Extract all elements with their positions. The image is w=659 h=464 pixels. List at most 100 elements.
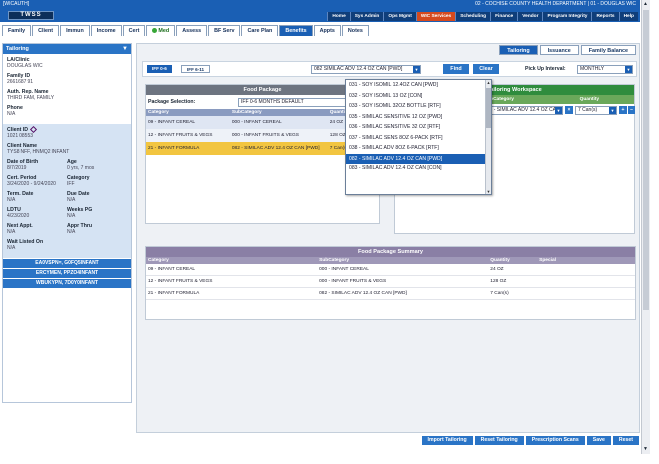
menu-sys-admin[interactable]: Sys Admin: [349, 12, 384, 21]
food-package-summary-panel: Food Package Summary Category SubCategor…: [145, 246, 636, 320]
cell-category: 12 - INFANT FRUITS & VEGS: [146, 129, 230, 142]
check-icon: [152, 28, 158, 34]
prescription-scans-button[interactable]: Prescription Scans: [525, 436, 585, 445]
menu-program-integrity[interactable]: Program Integrity: [542, 12, 592, 21]
find-button[interactable]: Find: [443, 64, 469, 74]
col-quantity: Quantity: [579, 97, 600, 102]
reset-tailoring-button[interactable]: Reset Tailoring: [474, 436, 524, 445]
dropdown-option[interactable]: 038 - SIMILAC ADV 8OZ 6-PACK [RTF]: [346, 143, 491, 154]
top-menu: Home Sys Admin Ops Mgmt WIC Services Sch…: [327, 12, 638, 21]
menu-wic-services[interactable]: WIC Services: [415, 12, 456, 21]
menu-ops-mgmt[interactable]: Ops Mgmt: [383, 12, 416, 21]
sidebar-header[interactable]: Tailoring ▼: [3, 44, 131, 54]
dropdown-option-selected[interactable]: 082 - SIMILAC ADV 12.4 OZ CAN [PWD]: [346, 153, 491, 164]
cell-quantity: 128 OZ: [488, 275, 538, 288]
chevron-down-icon[interactable]: ▼: [486, 189, 491, 194]
tab-notes[interactable]: Notes: [341, 25, 369, 36]
chevron-down-icon[interactable]: ▼: [643, 446, 648, 452]
dropdown-option[interactable]: 031 - SOY ISOMIL 12.4OZ CAN [PWD]: [346, 80, 491, 91]
tab-family[interactable]: Family: [2, 25, 32, 36]
tab-assess[interactable]: Assess: [176, 25, 208, 36]
chevron-down-icon[interactable]: ▼: [413, 66, 420, 73]
menu-help[interactable]: Help: [618, 12, 638, 21]
cell-subcategory: 000 - INFANT CEREAL: [229, 116, 328, 129]
chevron-down-icon[interactable]: ▼: [609, 107, 616, 114]
chevron-up-icon[interactable]: ▲: [643, 1, 648, 7]
chevron-down-icon[interactable]: ▼: [625, 66, 632, 73]
remove-icon[interactable]: ×: [565, 106, 573, 114]
client-name-value: TYS8 NFF, HNMQ2 INFANT: [7, 149, 70, 155]
summary-table: Category SubCategory Quantity Special 09…: [146, 257, 635, 300]
tab-appts[interactable]: Appts: [313, 25, 341, 36]
tab-iff-0-6[interactable]: IFF 0-6: [147, 65, 172, 73]
page-scroll-thumb[interactable]: [643, 10, 649, 310]
tab-client[interactable]: Client: [32, 25, 60, 36]
menu-vendor[interactable]: Vendor: [517, 12, 543, 21]
tab-med[interactable]: Med: [146, 25, 176, 36]
reset-button[interactable]: Reset: [612, 436, 639, 445]
dob-value: 8/7/2019: [7, 165, 27, 171]
subcategory-select[interactable]: 082 - SIMILAC ADV 12.4 OZ CAN ▼: [481, 106, 563, 115]
menu-scheduling[interactable]: Scheduling: [455, 12, 491, 21]
dropdown-option[interactable]: 032 - SOY ISOMIL 13 OZ [CON]: [346, 91, 491, 102]
dropdown-option[interactable]: 037 - SIMILAC SENS 8OZ 6-PACK [RTF]: [346, 133, 491, 144]
package-toolbar: IFF 0-6 IFF 6-11 082 SIMILAC ADV 12.4 OZ…: [142, 61, 637, 77]
client-id-value: 1021 08553: [7, 133, 34, 139]
dropdown-option[interactable]: 033 - SOY ISOMIL 32OZ BOTTLE [RTF]: [346, 101, 491, 112]
tab-issuance[interactable]: Issuance: [539, 45, 579, 55]
add-icon[interactable]: +: [619, 106, 627, 114]
dropdown-scroll-thumb[interactable]: [486, 88, 491, 128]
tab-cert[interactable]: Cert: [122, 25, 146, 36]
col-subcategory: SubCategory: [229, 109, 328, 116]
cell-subcategory: 000 - INFANT FRUITS & VEGS: [229, 129, 328, 142]
save-button[interactable]: Save: [586, 436, 611, 445]
chevron-down-icon[interactable]: ▼: [122, 44, 128, 54]
tab-bf-serv[interactable]: BF Serv: [208, 25, 241, 36]
menu-reports[interactable]: Reports: [591, 12, 619, 21]
tab-benefits[interactable]: Benefits: [279, 25, 313, 36]
pickup-interval-label: Pick Up Interval:: [525, 66, 566, 72]
family-member-buttons: EA0VSPN=, G0FQ5INFANT ERCYMEN, PPZO4INFA…: [3, 259, 131, 288]
cell-subcategory: 082 - SIMILAC ADV 12.4 OZ CAN [PWD]: [317, 287, 489, 300]
chevron-down-icon[interactable]: ▼: [555, 107, 562, 114]
ldtu-value: 4/23/2020: [7, 213, 30, 219]
family-member-button[interactable]: WBUKYPN, 7D0Y0INFANT: [3, 279, 131, 288]
product-select[interactable]: 082 SIMILAC ADV 12.4 OZ CAN [PWD] ▼: [311, 65, 421, 74]
weeks-pg-value: N/A: [67, 213, 76, 219]
pickup-interval-select[interactable]: MONTHLY ▼: [577, 65, 633, 74]
minus-icon[interactable]: –: [628, 106, 635, 114]
import-tailoring-button[interactable]: Import Tailoring: [421, 436, 473, 445]
dropdown-option[interactable]: 035 - SIMILAC SENSITIVE 12 OZ [PWD]: [346, 112, 491, 123]
tab-family-balance[interactable]: Family Balance: [580, 45, 636, 55]
table-row: 21 - INFANT FORMULA 082 - SIMILAC ADV 12…: [146, 287, 635, 300]
tab-iff-6-11[interactable]: IFF 6-11: [181, 65, 211, 73]
tab-income[interactable]: Income: [90, 25, 122, 36]
chevron-up-icon[interactable]: ▲: [486, 80, 491, 85]
clear-button[interactable]: Clear: [473, 64, 499, 74]
tab-immun[interactable]: Immun: [60, 25, 90, 36]
subcategory-dropdown-list[interactable]: 031 - SOY ISOMIL 12.4OZ CAN [PWD] 032 - …: [345, 79, 492, 195]
tab-med-label: Med: [158, 28, 170, 34]
module-tabs: Family Client Immun Income Cert Med Asse…: [2, 25, 370, 36]
package-selection-value: IFF 0-6 MONTHS DEFAULT: [241, 99, 304, 105]
app-logo[interactable]: TWSS: [8, 11, 54, 20]
page-scrollbar[interactable]: ▲ ▼: [641, 0, 650, 454]
family-member-button[interactable]: EA0VSPN=, G0FQ5INFANT: [3, 259, 131, 268]
cell-category: 12 - INFANT FRUITS & VEGS: [146, 275, 318, 288]
family-member-button[interactable]: ERCYMEN, PPZO4INFANT: [3, 269, 131, 278]
cell-subcategory: 082 - SIMILAC ADV 12.4 OZ CAN [PWD]: [229, 142, 328, 155]
col-subcategory: SubCategory: [317, 257, 489, 264]
cell-quantity: 7 Can(s): [488, 287, 538, 300]
dropdown-option[interactable]: 036 - SIMILAC SENSITIVE 32 OZ [RTF]: [346, 122, 491, 133]
cell-subcategory: 000 - INFANT FRUITS & VEGS: [317, 275, 489, 288]
phone-value: N/A: [7, 111, 16, 117]
term-date-value: N/A: [7, 197, 16, 203]
tab-care-plan[interactable]: Care Plan: [241, 25, 279, 36]
quantity-select[interactable]: 7 Can(s) ▼: [575, 106, 617, 115]
dropdown-option[interactable]: 083 - SIMILAC ADV 12.4 OZ CAN [CON]: [346, 164, 491, 172]
menu-home[interactable]: Home: [327, 12, 350, 21]
menu-finance[interactable]: Finance: [490, 12, 518, 21]
age-value: 0 yrs, 7 mos: [67, 165, 95, 171]
tab-tailoring[interactable]: Tailoring: [499, 45, 538, 55]
dropdown-scrollbar[interactable]: ▲ ▼: [485, 80, 491, 194]
